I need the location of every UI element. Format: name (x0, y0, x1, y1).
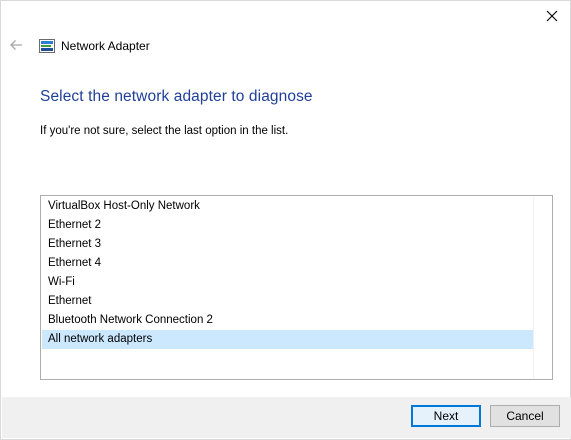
adapter-list: VirtualBox Host-Only Network Ethernet 2 … (42, 197, 534, 378)
page-heading: Select the network adapter to diagnose (40, 88, 313, 105)
instruction-text: If you're not sure, select the last opti… (40, 125, 289, 137)
window-title: Network Adapter (61, 39, 150, 53)
close-icon (546, 10, 558, 22)
adapter-listbox[interactable]: VirtualBox Host-Only Network Ethernet 2 … (40, 195, 553, 380)
adapter-item-ethernet-4[interactable]: Ethernet 4 (42, 254, 534, 273)
adapter-item-bluetooth[interactable]: Bluetooth Network Connection 2 (42, 311, 534, 330)
close-button[interactable] (540, 5, 564, 27)
adapter-item-ethernet-3[interactable]: Ethernet 3 (42, 235, 534, 254)
back-arrow-icon (10, 40, 22, 50)
vertical-scrollbar[interactable] (533, 197, 551, 378)
network-adapter-icon (39, 39, 55, 53)
cancel-button[interactable]: Cancel (490, 405, 560, 427)
adapter-item-ethernet[interactable]: Ethernet (42, 292, 534, 311)
button-bar: Next Cancel (2, 397, 571, 438)
dialog-window: Network Adapter Select the network adapt… (0, 0, 571, 440)
next-button[interactable]: Next (411, 405, 481, 427)
adapter-item-ethernet-2[interactable]: Ethernet 2 (42, 216, 534, 235)
adapter-item-wifi[interactable]: Wi-Fi (42, 273, 534, 292)
adapter-item-all[interactable]: All network adapters (42, 330, 534, 349)
back-button[interactable] (7, 36, 25, 54)
adapter-item-virtualbox[interactable]: VirtualBox Host-Only Network (42, 197, 534, 216)
